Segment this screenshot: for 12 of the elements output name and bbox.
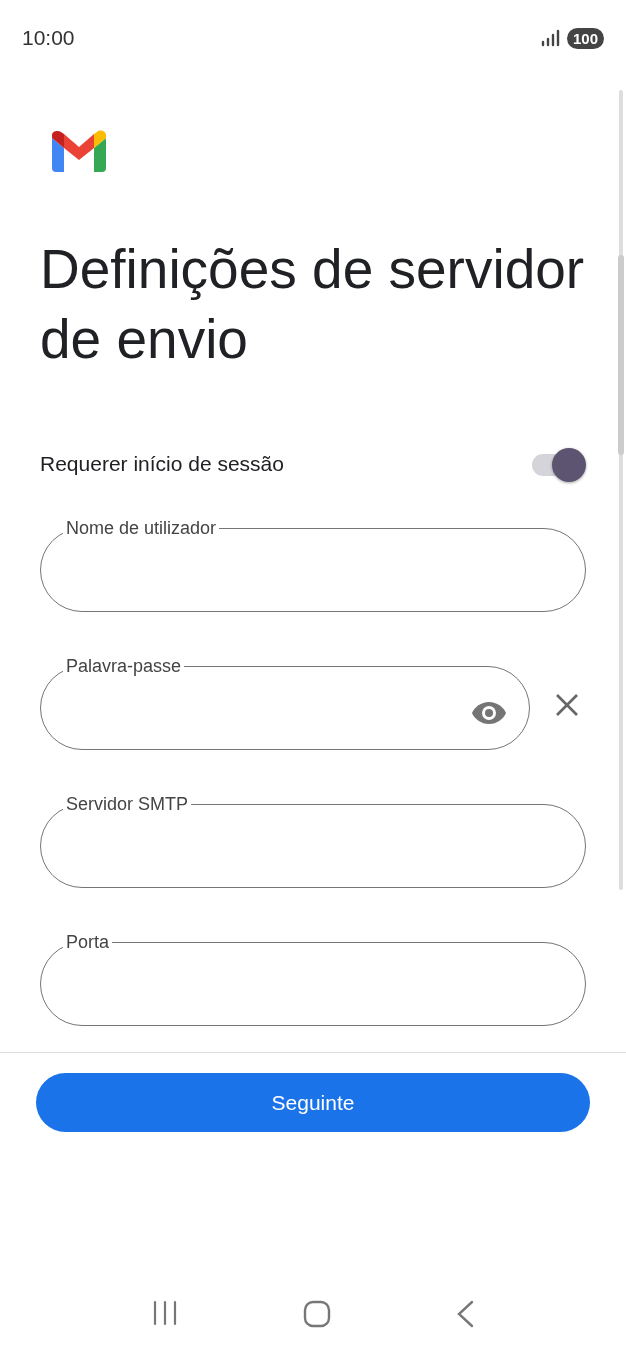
toggle-label: Requerer início de sessão	[40, 452, 284, 476]
home-icon[interactable]	[303, 1300, 331, 1328]
next-button[interactable]: Seguinte	[36, 1073, 590, 1132]
eye-icon[interactable]	[471, 701, 507, 725]
back-icon[interactable]	[455, 1300, 474, 1328]
clock-time: 10:00	[22, 26, 75, 50]
clear-icon[interactable]	[554, 692, 580, 718]
page-title: Definições de servidor de envio	[40, 237, 586, 372]
signal-icon	[540, 29, 561, 47]
mail-logo-icon	[52, 130, 106, 172]
battery-level: 100	[566, 27, 604, 49]
recent-apps-icon[interactable]	[152, 1300, 179, 1326]
